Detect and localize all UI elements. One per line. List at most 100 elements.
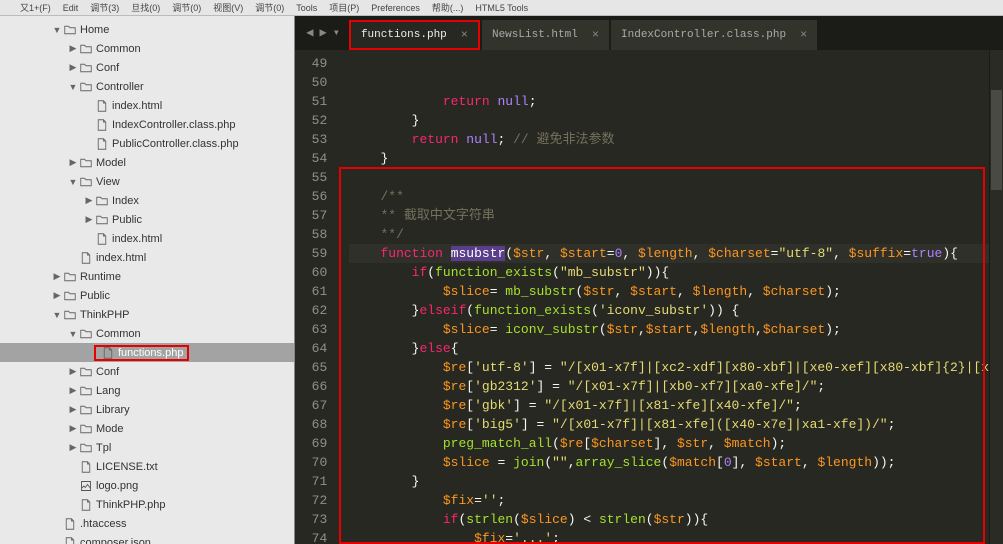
code[interactable]: return null; } return null; // 避免非法参数 } … <box>335 50 989 544</box>
tab-NewsList.html[interactable]: NewsList.html× <box>482 20 609 50</box>
tree-file-index.html[interactable]: index.html <box>0 96 294 115</box>
code-line[interactable]: $re['gb2312'] = "/[x01-x7f]|[xb0-xf7][xa… <box>349 377 989 396</box>
menu-item[interactable]: 旦找(0) <box>131 1 160 14</box>
code-line[interactable]: } <box>349 472 989 491</box>
menu-item[interactable]: 帮助(...) <box>432 1 464 14</box>
tree-folder-Common[interactable]: ▼Common <box>0 324 294 343</box>
tree-folder-Conf[interactable]: ▶Conf <box>0 362 294 381</box>
tree-folder-Model[interactable]: ▶Model <box>0 153 294 172</box>
code-line[interactable]: $re['utf-8'] = "/[x01-x7f]|[xc2-xdf][x80… <box>349 358 989 377</box>
close-icon[interactable]: × <box>461 28 468 42</box>
tab-functions.php[interactable]: functions.php× <box>349 20 480 50</box>
expand-arrow-icon[interactable]: ▼ <box>68 329 78 339</box>
expand-arrow-icon[interactable]: ▼ <box>68 177 78 187</box>
tree-folder-Conf[interactable]: ▶Conf <box>0 58 294 77</box>
tabbar[interactable]: ◀ ▶ ▾ functions.php×NewsList.html×IndexC… <box>295 16 1003 50</box>
menubar[interactable]: 又1+(F) Edit 调节(3) 旦找(0) 调节(0) 视图(V) 调节(0) Tools… <box>0 0 1003 16</box>
expand-arrow-icon[interactable]: ▶ <box>84 195 94 206</box>
tree-file-functions.php[interactable]: functions.php <box>0 343 294 362</box>
tree-folder-Index[interactable]: ▶Index <box>0 191 294 210</box>
code-line[interactable]: $fix=''; <box>349 491 989 510</box>
expand-arrow-icon[interactable]: ▶ <box>68 385 78 396</box>
tree-folder-Public[interactable]: ▶Public <box>0 210 294 229</box>
line-number: 53 <box>295 130 327 149</box>
code-line[interactable]: $fix='...'; <box>349 529 989 544</box>
expand-arrow-icon[interactable]: ▶ <box>68 157 78 168</box>
tree-folder-Public[interactable]: ▶Public <box>0 286 294 305</box>
code-line[interactable]: function msubstr($str, $start=0, $length… <box>349 244 989 263</box>
close-icon[interactable]: × <box>592 28 599 42</box>
menu-item[interactable]: 视图(V) <box>213 1 243 14</box>
tree-file-index.html[interactable]: index.html <box>0 248 294 267</box>
folder-icon <box>78 423 94 435</box>
expand-arrow-icon[interactable]: ▼ <box>52 310 62 320</box>
expand-arrow-icon[interactable]: ▶ <box>68 423 78 434</box>
expand-arrow-icon[interactable]: ▶ <box>68 43 78 54</box>
menu-item[interactable]: 调节(3) <box>90 1 119 14</box>
expand-arrow-icon[interactable]: ▼ <box>52 25 62 35</box>
menu-item[interactable]: Preferences <box>371 3 420 13</box>
code-line[interactable]: } <box>349 111 989 130</box>
code-line[interactable]: /** <box>349 187 989 206</box>
code-line[interactable]: if(function_exists("mb_substr")){ <box>349 263 989 282</box>
code-line[interactable]: ** 截取中文字符串 <box>349 206 989 225</box>
expand-arrow-icon[interactable]: ▶ <box>68 366 78 377</box>
tree-folder-Library[interactable]: ▶Library <box>0 400 294 419</box>
code-line[interactable]: }elseif(function_exists('iconv_substr'))… <box>349 301 989 320</box>
menu-item[interactable]: Tools <box>296 3 317 13</box>
tree-folder-View[interactable]: ▼View <box>0 172 294 191</box>
file-tree[interactable]: ▼Home▶Common▶Conf▼Controllerindex.htmlIn… <box>0 16 295 544</box>
tree-file-ThinkPHP.php[interactable]: ThinkPHP.php <box>0 495 294 514</box>
tree-file-composer.json[interactable]: composer.json <box>0 533 294 544</box>
tree-folder-Common[interactable]: ▶Common <box>0 39 294 58</box>
tree-folder-ThinkPHP[interactable]: ▼ThinkPHP <box>0 305 294 324</box>
tree-file-PublicController.class.php[interactable]: PublicController.class.php <box>0 134 294 153</box>
expand-arrow-icon[interactable]: ▶ <box>68 404 78 415</box>
tree-file-LICENSE.txt[interactable]: LICENSE.txt <box>0 457 294 476</box>
expand-arrow-icon[interactable]: ▶ <box>52 290 62 301</box>
tab-back-icon[interactable]: ◀ <box>306 25 313 40</box>
code-line[interactable]: $slice= iconv_substr($str,$start,$length… <box>349 320 989 339</box>
expand-arrow-icon[interactable]: ▶ <box>84 214 94 225</box>
expand-arrow-icon[interactable]: ▶ <box>52 271 62 282</box>
menu-item[interactable]: HTML5 Tools <box>475 3 528 13</box>
tree-folder-Home[interactable]: ▼Home <box>0 20 294 39</box>
menu-item[interactable]: 调节(0) <box>172 1 201 14</box>
code-line[interactable]: if(strlen($slice) < strlen($str)){ <box>349 510 989 529</box>
expand-arrow-icon[interactable]: ▶ <box>68 62 78 73</box>
menu-item[interactable]: 又1+(F) <box>20 1 51 14</box>
code-line[interactable]: **/ <box>349 225 989 244</box>
code-line[interactable]: preg_match_all($re[$charset], $str, $mat… <box>349 434 989 453</box>
code-line[interactable]: } <box>349 149 989 168</box>
tree-folder-Lang[interactable]: ▶Lang <box>0 381 294 400</box>
tree-folder-Mode[interactable]: ▶Mode <box>0 419 294 438</box>
tree-file-logo.png[interactable]: logo.png <box>0 476 294 495</box>
tree-file-IndexController.class.php[interactable]: IndexController.class.php <box>0 115 294 134</box>
tree-folder-Controller[interactable]: ▼Controller <box>0 77 294 96</box>
code-line[interactable]: $slice= mb_substr($str, $start, $length,… <box>349 282 989 301</box>
tree-file-index.html[interactable]: index.html <box>0 229 294 248</box>
tree-folder-Runtime[interactable]: ▶Runtime <box>0 267 294 286</box>
code-line[interactable]: $slice = join("",array_slice($match[0], … <box>349 453 989 472</box>
expand-arrow-icon[interactable]: ▼ <box>68 82 78 92</box>
minimap[interactable] <box>989 50 1003 544</box>
tree-file-.htaccess[interactable]: .htaccess <box>0 514 294 533</box>
code-line[interactable] <box>349 168 989 187</box>
code-line[interactable]: $re['big5'] = "/[x01-x7f]|[x81-xfe]([x40… <box>349 415 989 434</box>
tree-folder-Tpl[interactable]: ▶Tpl <box>0 438 294 457</box>
tab-nav[interactable]: ◀ ▶ ▾ <box>301 25 349 50</box>
code-area[interactable]: 4950515253545556575859606162636465666768… <box>295 50 1003 544</box>
expand-arrow-icon[interactable]: ▶ <box>68 442 78 453</box>
code-line[interactable]: return null; <box>349 92 989 111</box>
code-line[interactable]: $re['gbk'] = "/[x01-x7f]|[x81-xfe][x40-x… <box>349 396 989 415</box>
code-line[interactable]: return null; // 避免非法参数 <box>349 130 989 149</box>
code-line[interactable]: }else{ <box>349 339 989 358</box>
menu-item[interactable]: Edit <box>63 3 79 13</box>
close-icon[interactable]: × <box>800 28 807 42</box>
folder-icon <box>78 62 94 74</box>
tab-fwd-icon[interactable]: ▶ <box>319 25 326 40</box>
tab-menu-icon[interactable]: ▾ <box>333 25 340 40</box>
tab-IndexController.class.php[interactable]: IndexController.class.php× <box>611 20 817 50</box>
menu-item[interactable]: 项目(P) <box>329 1 359 14</box>
menu-item[interactable]: 调节(0) <box>255 1 284 14</box>
